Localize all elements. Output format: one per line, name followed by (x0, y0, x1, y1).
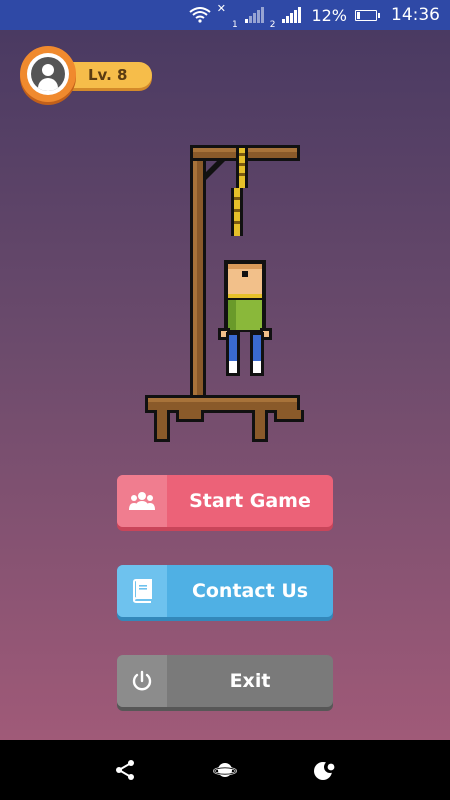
sim1-indicator: 1 (231, 20, 238, 30)
group-icon (117, 475, 167, 527)
user-avatar-icon (31, 57, 65, 91)
exit-label: Exit (229, 670, 271, 692)
start-game-label: Start Game (189, 490, 311, 512)
exit-button[interactable]: Exit (117, 655, 333, 707)
app-screen: Lv. 8 Start Game Contact Us Exit (0, 30, 450, 740)
clock: 14:36 (391, 5, 440, 25)
share-icon[interactable] (110, 755, 140, 785)
planet-icon[interactable] (210, 755, 240, 785)
no-data-icon: ✕ (216, 2, 226, 15)
wifi-icon (189, 7, 211, 23)
sim2-indicator: 2 (269, 20, 276, 30)
battery-percent: 12% (311, 5, 347, 25)
contact-us-label: Contact Us (191, 580, 309, 602)
book-icon (117, 565, 167, 617)
signal-icon-sim1 (244, 7, 264, 23)
power-icon (117, 655, 167, 707)
signal-icon-sim2 (282, 7, 302, 23)
battery-icon (355, 9, 380, 21)
level-badge[interactable]: Lv. 8 (20, 46, 152, 104)
start-game-button[interactable]: Start Game (117, 475, 333, 527)
avatar[interactable] (20, 46, 76, 102)
navigation-bar (0, 740, 450, 800)
moon-icon[interactable] (310, 755, 340, 785)
contact-us-button[interactable]: Contact Us (117, 565, 333, 617)
hangman-illustration (145, 145, 304, 442)
status-bar: ✕ 1 2 12% 14:36 (0, 0, 450, 30)
